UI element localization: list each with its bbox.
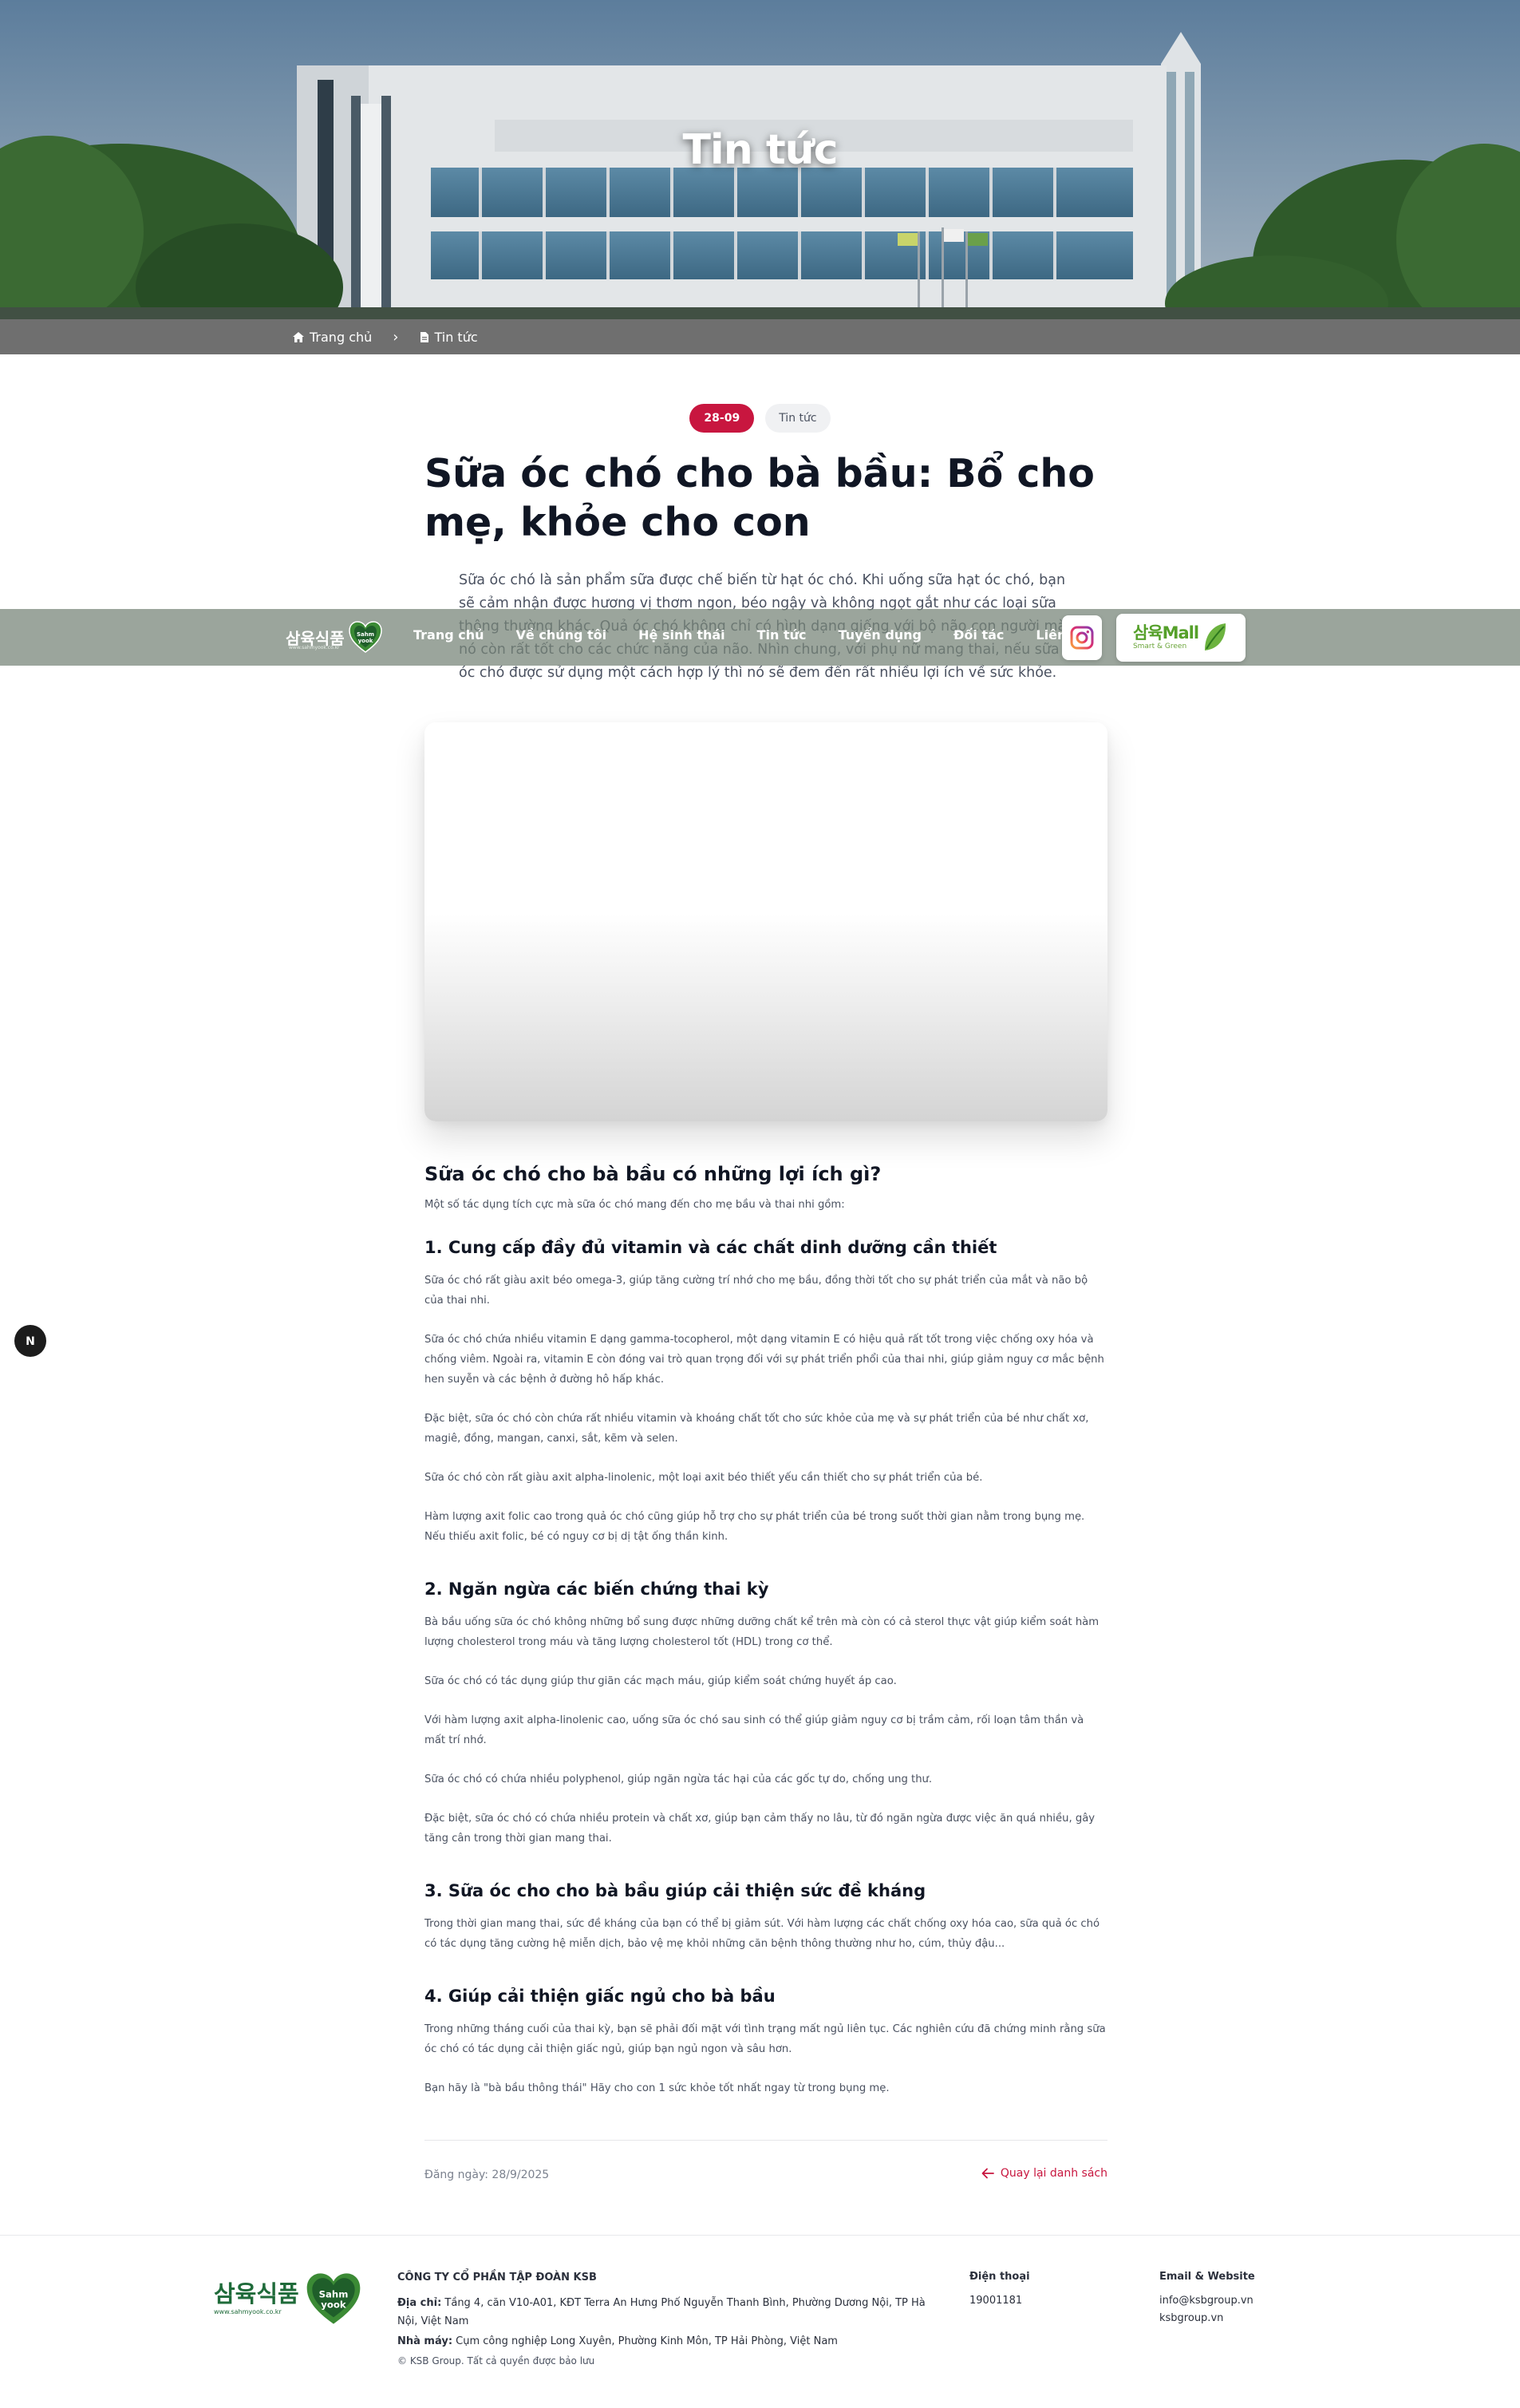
footer-company-info: CÔNG TY CỔ PHẦN TẬP ĐOÀN KSB Địa chỉ: Tầ…	[397, 2268, 940, 2370]
article-subheading: Sữa óc chó cho bà bầu có những lợi ích g…	[424, 1163, 882, 1185]
footer-email-web: Email & Website info@ksbgroup.vn ksbgrou…	[1159, 2268, 1255, 2327]
main-navigation: 삼육식품 Sahm yook www.sahmyook.co.kr Trang …	[0, 609, 1520, 666]
breadcrumb-home-label: Trang chủ	[310, 329, 373, 345]
section-paragraph: Đặc biệt, sữa óc chó còn chứa rất nhiều …	[424, 1413, 1089, 1445]
instagram-icon	[1070, 626, 1094, 650]
footer-logo[interactable]: 삼육식품 www.sahmyook.co.kr Sahm yook	[214, 2271, 363, 2327]
factory-value: Cụm công nghiệp Long Xuyên, Phường Kinh …	[456, 2335, 838, 2347]
section-paragraph: Hàm lượng axit folic cao trong quả óc ch…	[424, 1511, 1085, 1543]
back-to-list-label: Quay lại danh sách	[1000, 2167, 1107, 2180]
breadcrumb: Trang chủ › Tin tức	[0, 319, 1520, 354]
company-factory: Nhà máy: Cụm công nghiệp Long Xuyên, Phư…	[397, 2332, 940, 2351]
sahmyook-heart-logo: Sahm yook	[348, 621, 382, 653]
n-logo-icon: N	[26, 1335, 35, 1348]
nav-item-home[interactable]: Trang chủ	[413, 627, 484, 643]
phone-number[interactable]: 19001181	[969, 2292, 1030, 2310]
posted-date: Đăng ngày: 28/9/2025	[424, 2169, 550, 2181]
nav-menu: Trang chủ Về chúng tôi Hệ sinh thái Tin …	[413, 627, 1120, 643]
section-paragraph: Sữa óc chó có tác dụng giúp thư giãn các…	[424, 1675, 897, 1687]
mall-logo-text: 삼육Mall Smart & Green	[1132, 623, 1199, 650]
email-link[interactable]: info@ksbgroup.vn	[1159, 2292, 1255, 2310]
section-heading: 4. Giúp cải thiện giấc ngủ cho bà bầu	[424, 1987, 776, 2006]
section-paragraph: Với hàm lượng axit alpha-linolenic cao, …	[424, 1714, 1084, 1746]
section-heading: 3. Sữa óc cho cho bà bầu giúp cải thiện …	[424, 1881, 926, 1900]
arrow-left-icon	[981, 2168, 994, 2179]
breadcrumb-home[interactable]: Trang chủ	[293, 330, 372, 345]
footer-wordmark: 삼육식품 www.sahmyook.co.kr	[214, 2279, 299, 2315]
section-paragraph: Sữa óc chó có chứa nhiều polyphenol, giú…	[424, 1773, 933, 1785]
section-paragraph: Trong những tháng cuối của thai kỳ, bạn …	[424, 2023, 1106, 2055]
footer-logo-text: 삼육식품	[214, 2279, 299, 2307]
section-heading: 1. Cung cấp đầy đủ vitamin và các chất d…	[424, 1238, 997, 1257]
mall-name: 삼육Mall	[1132, 623, 1199, 643]
back-to-list-link[interactable]: Quay lại danh sách	[981, 2167, 1107, 2180]
phone-heading: Điện thoại	[969, 2271, 1030, 2283]
section-heading: 2. Ngăn ngừa các biến chứng thai kỳ	[424, 1580, 769, 1599]
svg-text:yook: yook	[357, 638, 373, 644]
sahmyook-heart-logo: Sahm yook	[306, 2273, 361, 2324]
document-icon	[420, 331, 429, 342]
section-paragraph: Trong thời gian mang thai, sức đề kháng …	[424, 1918, 1100, 1950]
article-body: Sữa óc chó cho bà bầu có những lợi ích g…	[424, 1153, 1107, 2117]
section-paragraph: Đặc biệt, sữa óc chó có chứa nhiều prote…	[424, 1813, 1096, 1845]
section-paragraph: Bà bầu uống sữa óc chó không những bổ su…	[424, 1616, 1100, 1648]
section-paragraph: Sữa óc chó chứa nhiều vitamin E dạng gam…	[424, 1334, 1104, 1386]
svg-text:N: N	[26, 1335, 35, 1348]
nav-item-careers[interactable]: Tuyển dụng	[839, 627, 922, 643]
company-name: CÔNG TY CỔ PHẦN TẬP ĐOÀN KSB	[397, 2272, 597, 2283]
section-paragraph: Sữa óc chó rất giàu axit béo omega-3, gi…	[424, 1275, 1088, 1307]
article-divider	[424, 2140, 1107, 2141]
factory-label: Nhà máy:	[397, 2335, 453, 2347]
nav-item-about[interactable]: Về chúng tôi	[516, 627, 607, 643]
logo-url: www.sahmyook.co.kr	[289, 645, 340, 650]
address-label: Địa chỉ:	[397, 2297, 442, 2309]
section-paragraph: Bạn hãy là "bà bầu thông thái" Hãy cho c…	[424, 2082, 890, 2094]
leaf-icon	[1205, 623, 1226, 650]
footer-logo-url: www.sahmyook.co.kr	[214, 2307, 282, 2315]
breadcrumb-current[interactable]: Tin tức	[420, 329, 478, 345]
company-address: Địa chỉ: Tầng 4, căn V10-A01, KĐT Terra …	[397, 2294, 940, 2331]
breadcrumb-current-label: Tin tức	[434, 329, 478, 345]
nav-item-ecosystem[interactable]: Hệ sinh thái	[638, 627, 725, 643]
nav-item-news[interactable]: Tin tức	[757, 627, 807, 643]
hero-banner: Tin tức	[0, 0, 1520, 319]
home-icon	[293, 331, 304, 342]
footer-phone: Điện thoại 19001181	[969, 2268, 1030, 2310]
mall-tagline: Smart & Green	[1132, 643, 1187, 650]
page-hero-title: Tin tức	[682, 126, 838, 174]
svg-text:Sahm: Sahm	[357, 631, 374, 638]
floating-n-button[interactable]: N	[14, 1325, 46, 1357]
category-badge[interactable]: Tin tức	[765, 404, 831, 433]
copyright: © KSB Group. Tất cả quyền được bảo lưu	[397, 2355, 595, 2366]
address-value: Tầng 4, căn V10-A01, KĐT Terra An Hưng P…	[397, 2297, 926, 2327]
article-title: Sữa óc chó cho bà bầu: Bổ cho mẹ, khỏe c…	[424, 451, 1095, 545]
svg-text:Sahm: Sahm	[318, 2288, 348, 2299]
nav-item-partners[interactable]: Đối tác	[953, 627, 1004, 643]
sahmyook-mall-button[interactable]: 삼육Mall Smart & Green	[1116, 614, 1246, 662]
chevron-right-icon: ›	[393, 328, 399, 346]
article-featured-image	[424, 722, 1107, 1121]
brand-logo[interactable]: 삼육식품 Sahm yook www.sahmyook.co.kr	[286, 620, 383, 654]
section-paragraph: Sữa óc chó còn rất giàu axit alpha-linol…	[424, 1472, 983, 1484]
email-heading: Email & Website	[1159, 2271, 1255, 2283]
date-badge: 28-09	[689, 404, 755, 433]
article-meta: 28-09 Tin tức	[0, 404, 1520, 433]
instagram-button[interactable]	[1062, 615, 1102, 660]
article-lead: Một số tác dụng tích cực mà sữa óc chó m…	[424, 1199, 845, 1211]
website-link[interactable]: ksbgroup.vn	[1159, 2310, 1255, 2327]
svg-text:yook: yook	[321, 2299, 346, 2311]
